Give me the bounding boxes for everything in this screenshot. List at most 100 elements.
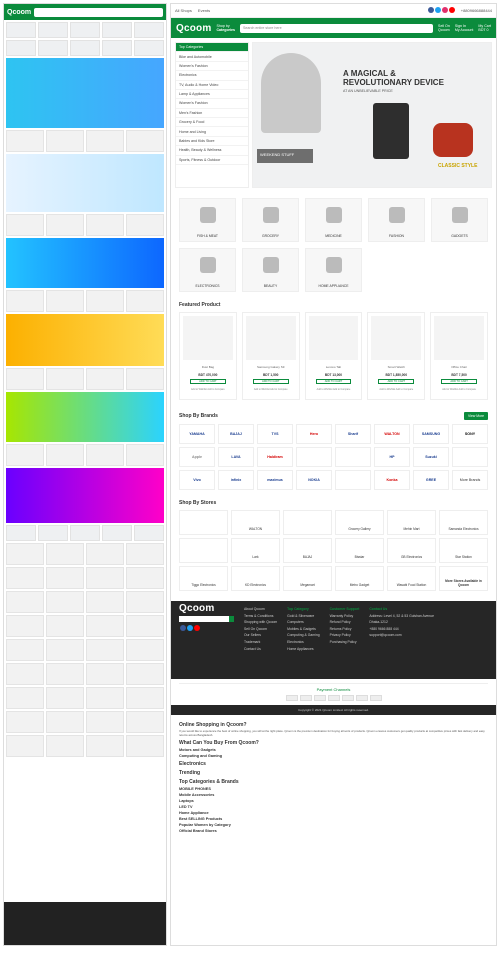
sidebar-category-item[interactable]: Women's Fashion — [176, 62, 248, 72]
store-tile[interactable] — [179, 538, 228, 563]
contact-email[interactable]: support@qcoom.com — [369, 632, 434, 639]
sidebar-category-item[interactable]: Health, Beauty & Wellness — [176, 146, 248, 156]
product-name[interactable]: Dust Bag — [183, 365, 233, 369]
mobile-product[interactable] — [126, 639, 164, 661]
cart-button[interactable]: My Cart BDT 0 — [478, 24, 491, 33]
mobile-product[interactable] — [46, 615, 84, 637]
store-tile[interactable] — [283, 510, 332, 535]
youtube-icon[interactable] — [194, 624, 200, 631]
mobile-product[interactable] — [86, 368, 124, 390]
sidebar-category-item[interactable]: Electronics — [176, 71, 248, 81]
brand-tile[interactable]: LAVA — [218, 447, 254, 467]
mobile-banner[interactable] — [6, 468, 164, 523]
all-shops-link[interactable]: All Shops — [175, 8, 192, 13]
mobile-category-tile[interactable] — [70, 40, 100, 56]
mobile-product[interactable] — [46, 711, 84, 733]
mobile-category-tile[interactable] — [134, 40, 164, 56]
mobile-product[interactable] — [86, 687, 124, 709]
store-tile[interactable]: Megamart — [283, 566, 332, 591]
mobile-product[interactable] — [6, 290, 44, 312]
view-more-brands-button[interactable]: View More — [464, 412, 488, 420]
more-stores-tile[interactable]: More Stores Available in Qcoom — [439, 566, 488, 591]
mobile-search-input[interactable] — [34, 7, 163, 17]
mobile-category-tile[interactable] — [134, 22, 164, 38]
site-logo[interactable]: Qcoom — [176, 23, 211, 34]
product-card[interactable]: Lenovo Tab BDT 13,000 ADD TO CART Add to Wi… — [304, 312, 363, 400]
mobile-category-tile[interactable] — [102, 22, 132, 38]
mobile-brand-tile[interactable] — [134, 525, 164, 541]
category-tile-beauty[interactable]: BEAUTY — [242, 248, 299, 292]
product-name[interactable]: Smart Watch — [371, 365, 421, 369]
mobile-category-tile[interactable] — [38, 40, 68, 56]
footer-link[interactable]: Privacy Policy — [330, 632, 360, 639]
mobile-product[interactable] — [126, 735, 164, 757]
product-card[interactable]: Office Chair BDT 7,500 ADD TO CART Add to W… — [430, 312, 488, 400]
mobile-product[interactable] — [86, 615, 124, 637]
mobile-product[interactable] — [46, 130, 84, 152]
sell-on-qcoom-link[interactable]: Sell On Qcoom — [438, 24, 450, 33]
brand-tile[interactable]: GREE — [413, 470, 449, 490]
store-tile[interactable]: Grocery Gallery — [335, 510, 384, 535]
mobile-product[interactable] — [46, 214, 84, 236]
mobile-product[interactable] — [86, 591, 124, 613]
sidebar-category-item[interactable]: Babies and Kids Store — [176, 137, 248, 147]
category-tile-fashion[interactable]: FASHION — [368, 198, 425, 242]
mobile-product[interactable] — [46, 444, 84, 466]
mobile-banner[interactable] — [6, 58, 164, 128]
store-tile[interactable]: Mehin Mart — [387, 510, 436, 535]
footer-link[interactable]: Terms & Conditions — [244, 613, 277, 620]
footer-link[interactable]: Shopping with Qcoom — [244, 619, 277, 626]
sidebar-category-item[interactable]: Sports, Fitness & Outdoor — [176, 156, 248, 165]
mobile-product[interactable] — [126, 711, 164, 733]
brand-tile[interactable]: SAMSUNG — [413, 424, 449, 444]
product-card[interactable]: Dust Bag BDT 470,000 ADD TO CART Add to Wis… — [179, 312, 237, 400]
mobile-product[interactable] — [126, 615, 164, 637]
brand-tile[interactable]: Apple — [179, 447, 215, 467]
product-actions[interactable]: Add to Wishlist Add to Compare — [243, 388, 299, 391]
search-input[interactable]: Search entire store here — [240, 23, 434, 33]
brand-tile[interactable]: Hero — [296, 424, 332, 444]
brand-tile[interactable]: Konka — [374, 470, 410, 490]
product-name[interactable]: Lenovo Tab — [309, 365, 359, 369]
mobile-brand-tile[interactable] — [38, 525, 68, 541]
account-link[interactable]: Sign In My Account — [455, 24, 474, 33]
mobile-product[interactable] — [46, 591, 84, 613]
mobile-product[interactable] — [46, 567, 84, 589]
mobile-product[interactable] — [126, 687, 164, 709]
mobile-category-tile[interactable] — [70, 22, 100, 38]
store-tile[interactable]: Samanda Electronics — [439, 510, 488, 535]
mobile-product[interactable] — [126, 543, 164, 565]
brand-tile[interactable]: Suzuki — [413, 447, 449, 467]
brand-tile[interactable]: maximus — [257, 470, 293, 490]
mobile-logo[interactable]: Qcoom — [7, 9, 31, 16]
footer-link[interactable]: Trademark — [244, 639, 277, 646]
weekend-promo[interactable]: WEEKEND STUFF — [257, 149, 313, 163]
brand-tile[interactable]: SONY — [452, 424, 488, 444]
store-tile[interactable]: Tiggo Electronics — [179, 566, 228, 591]
product-actions[interactable]: Add to Wishlist Add to Compare — [431, 388, 487, 391]
mobile-product[interactable] — [6, 567, 44, 589]
mobile-product[interactable] — [86, 711, 124, 733]
mobile-product[interactable] — [46, 368, 84, 390]
brand-tile[interactable]: infinix — [218, 470, 254, 490]
mobile-product[interactable] — [46, 687, 84, 709]
sidebar-category-item[interactable]: Grocery & Food — [176, 118, 248, 128]
mobile-product[interactable] — [46, 735, 84, 757]
footer-logo[interactable]: Qcoom — [179, 604, 234, 613]
brand-tile[interactable]: YAMAHA — [179, 424, 215, 444]
brand-tile[interactable] — [296, 447, 332, 467]
mobile-product[interactable] — [86, 444, 124, 466]
mobile-product[interactable] — [6, 591, 44, 613]
product-actions[interactable]: Add to Wishlist Add to Compare — [306, 388, 362, 391]
footer-link[interactable]: Returns Policy — [330, 626, 360, 633]
store-tile[interactable]: GB Electronics — [387, 538, 436, 563]
mobile-product[interactable] — [46, 639, 84, 661]
mobile-product[interactable] — [86, 290, 124, 312]
mobile-banner[interactable] — [6, 154, 164, 212]
store-tile[interactable]: WALTON — [231, 510, 280, 535]
footer-link[interactable]: About Qcoom — [244, 606, 277, 613]
mobile-product[interactable] — [46, 290, 84, 312]
facebook-icon[interactable] — [427, 7, 434, 13]
brand-tile[interactable]: HP — [374, 447, 410, 467]
category-tile-medicine[interactable]: MEDICINE — [305, 198, 362, 242]
